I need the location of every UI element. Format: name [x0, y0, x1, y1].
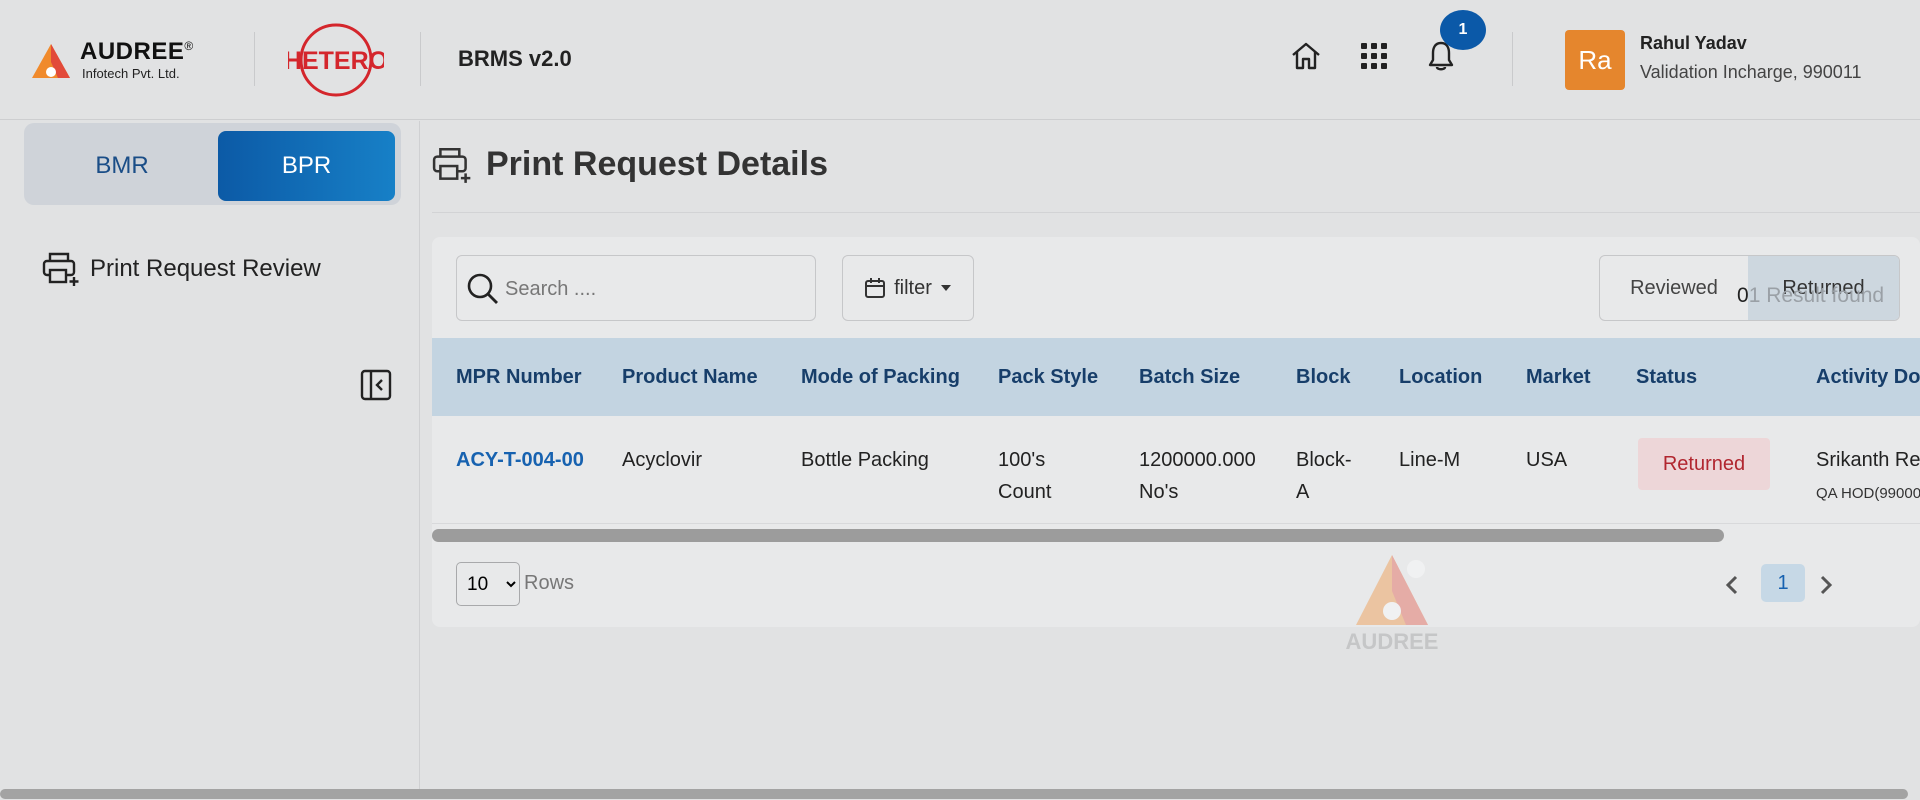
app-name: BRMS v2.0 — [458, 46, 572, 71]
column-header[interactable]: Activity Dor — [1816, 366, 1920, 389]
apps-grid-icon — [1361, 43, 1387, 69]
column-header[interactable]: Status — [1636, 366, 1697, 389]
pack-style-cell: 100's Count — [998, 449, 1052, 503]
top-header: AUDREE® Infotech Pvt. Ltd. HETERO BRMS v… — [0, 0, 1920, 120]
hetero-logo-icon: HETERO — [284, 23, 388, 97]
user-avatar[interactable]: Ra — [1565, 30, 1625, 90]
sidebar-collapse-icon — [360, 369, 392, 401]
filter-button[interactable]: filter — [842, 255, 974, 321]
brand-name: AUDREE® — [80, 38, 194, 65]
calendar-icon — [865, 278, 886, 298]
product-name-cell: Acyclovir — [622, 449, 703, 471]
page-title: Print Request Details — [486, 145, 828, 183]
column-header[interactable]: Market — [1526, 366, 1590, 389]
printer-plus-icon — [432, 147, 471, 183]
mode-of-packing-cell: Bottle Packing — [801, 449, 929, 471]
toggle-bmr-button[interactable]: BMR — [32, 131, 212, 201]
divider — [432, 212, 1920, 213]
location-cell: Line-M — [1399, 449, 1461, 471]
hetero-logo[interactable]: HETERO — [284, 22, 388, 98]
segment-reviewed[interactable]: Reviewed — [1600, 256, 1748, 320]
header-divider — [254, 32, 255, 86]
bmr-bpr-toggle: BMR BPR — [24, 123, 401, 205]
activity-done-cell: Srikanth Rec QA HOD(99000 — [1816, 449, 1920, 502]
rows-label: Rows — [524, 572, 575, 594]
collapse-sidebar-button[interactable] — [360, 369, 392, 401]
market-cell: USA — [1526, 449, 1568, 471]
column-header[interactable]: Product Name — [622, 366, 758, 389]
user-role: Validation Incharge, 990011 — [1640, 62, 1862, 82]
batch-size-cell: 1200000.000 No's — [1139, 449, 1256, 503]
audree-logo[interactable]: AUDREE® Infotech Pvt. Ltd. — [30, 34, 210, 84]
mpr-number-link[interactable]: ACY-T-004-00 — [456, 444, 584, 476]
table-header: MPR Number Product Name Mode of Packing … — [432, 338, 1920, 416]
column-header[interactable]: Batch Size — [1139, 366, 1240, 389]
table-horizontal-scrollbar[interactable] — [432, 529, 1724, 542]
sidebar-item-print-request-review[interactable]: Print Request Review — [42, 251, 321, 287]
printer-plus-icon — [42, 252, 79, 286]
column-header[interactable]: Pack Style — [998, 366, 1098, 389]
apps-button[interactable] — [1356, 38, 1392, 74]
rows-per-page-select[interactable]: 10 — [456, 562, 520, 606]
column-header[interactable]: Location — [1399, 366, 1482, 389]
column-header[interactable]: Mode of Packing — [801, 366, 960, 389]
column-header[interactable]: MPR Number — [456, 366, 582, 389]
user-name: Rahul Yadav — [1640, 33, 1747, 53]
column-header[interactable]: Block — [1296, 366, 1350, 389]
notification-count-badge: 1 — [1440, 10, 1486, 50]
requests-card: filter Reviewed Returned 01 Result found… — [432, 237, 1920, 654]
watermark-text: AUDREE — [1345, 629, 1439, 654]
caret-down-icon — [940, 285, 951, 291]
sidebar: BMR BPR Print Request Review — [0, 121, 420, 791]
block-cell: Block- A — [1296, 449, 1352, 503]
audree-watermark: AUDREE — [1332, 547, 1452, 657]
page-header: Print Request Details — [432, 145, 828, 184]
search-icon — [467, 273, 498, 304]
header-divider — [1512, 32, 1513, 86]
chevron-right-icon[interactable] — [1818, 574, 1834, 596]
search-box — [456, 255, 816, 321]
filter-label: filter — [894, 276, 932, 299]
sidebar-item-label: Print Request Review — [90, 255, 321, 282]
toggle-bpr-button[interactable]: BPR — [218, 131, 395, 201]
home-icon — [1292, 42, 1320, 70]
header-divider — [420, 32, 421, 86]
brand-subtitle: Infotech Pvt. Ltd. — [82, 66, 180, 81]
table-row[interactable]: ACY-T-004-00 Acyclovir Bottle Packing 10… — [432, 416, 1920, 524]
home-button[interactable] — [1288, 38, 1324, 74]
search-input[interactable] — [505, 274, 805, 304]
svg-text:HETERO: HETERO — [288, 47, 384, 75]
result-count: 01 Result found — [1737, 284, 1885, 307]
page-horizontal-scrollbar[interactable] — [0, 789, 1908, 799]
chevron-left-icon[interactable] — [1724, 574, 1740, 596]
audree-logo-mark-icon — [32, 44, 70, 78]
page-number-button[interactable]: 1 — [1761, 564, 1805, 602]
status-badge: Returned — [1638, 438, 1770, 490]
audree-watermark-icon — [1356, 555, 1428, 625]
